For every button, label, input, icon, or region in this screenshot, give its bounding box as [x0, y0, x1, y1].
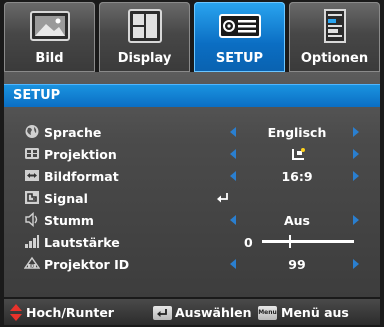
options-icon: [323, 9, 346, 43]
row-label: Bildformat: [44, 169, 119, 184]
tab-label: Optionen: [300, 51, 369, 66]
arrow-right-icon[interactable]: [353, 259, 359, 269]
picture-icon: [29, 11, 70, 41]
enter-key-icon: [153, 306, 172, 320]
panel-title: SETUP: [13, 88, 61, 103]
row-value: 99: [288, 257, 306, 272]
up-down-arrow-icon: [10, 304, 22, 321]
volume-slider-thumb[interactable]: [288, 235, 291, 248]
setup-icon: [218, 14, 261, 38]
row-label: Projektion: [44, 147, 117, 162]
menu-row-stumm[interactable]: Stumm Aus: [4, 209, 380, 231]
arrow-left-icon[interactable]: [230, 149, 236, 159]
setup-panel: SETUP Sprache Englisch Projektion Bildfo…: [4, 72, 380, 297]
svg-text:ID: ID: [30, 264, 34, 269]
menu-key-icon: Menu: [258, 306, 277, 320]
row-label: Projektor ID: [44, 257, 130, 272]
display-icon: [127, 9, 162, 43]
menu-row-sprache[interactable]: Sprache Englisch: [4, 121, 380, 143]
enter-icon: [217, 193, 228, 203]
tab-optionen[interactable]: Optionen: [289, 2, 380, 72]
tab-label: SETUP: [215, 51, 264, 66]
tab-label: Bild: [35, 51, 64, 66]
volume-value: 0: [244, 235, 253, 250]
tab-bild[interactable]: Bild: [4, 2, 95, 72]
arrow-right-icon[interactable]: [353, 215, 359, 225]
menu-row-bildformat[interactable]: Bildformat 16:9: [4, 165, 380, 187]
row-value: Aus: [283, 213, 310, 228]
menu-tabs: Bild Display SETUP Optionen: [4, 2, 380, 72]
arrow-right-icon[interactable]: [353, 149, 359, 159]
footer-nav-label: Hoch/Runter: [26, 305, 114, 320]
footer-select-label: Auswählen: [175, 305, 252, 320]
row-label: Stumm: [44, 213, 94, 228]
globe-icon: [25, 125, 39, 138]
arrow-left-icon[interactable]: [230, 127, 236, 137]
volume-slider-track[interactable]: [262, 240, 354, 243]
row-label: Lautstärke: [44, 235, 120, 250]
projector-id-icon: ID: [24, 256, 40, 269]
aspect-ratio-icon: [25, 170, 39, 181]
row-value: 16:9: [281, 169, 313, 184]
arrow-left-icon[interactable]: [230, 215, 236, 225]
arrow-right-icon[interactable]: [353, 171, 359, 181]
projection-icon: [25, 148, 39, 159]
menu-row-projektion[interactable]: Projektion: [4, 143, 380, 165]
arrow-left-icon[interactable]: [230, 171, 236, 181]
panel-title-bar: SETUP: [4, 84, 380, 107]
row-label: Sprache: [44, 125, 102, 140]
volume-bars-icon: [25, 235, 39, 248]
speaker-mute-icon: [25, 212, 38, 227]
row-label: Signal: [44, 191, 88, 206]
row-value: Englisch: [267, 125, 327, 140]
menu-row-lautstaerke[interactable]: Lautstärke 0: [4, 231, 380, 253]
arrow-left-icon[interactable]: [230, 259, 236, 269]
footer-hint-bar: Hoch/Runter Auswählen Menu Menü aus: [4, 299, 380, 325]
footer-menu-label: Menü aus: [281, 305, 349, 320]
tab-setup[interactable]: SETUP: [194, 2, 285, 72]
menu-row-signal[interactable]: Signal: [4, 187, 380, 209]
projection-mode-icon: [292, 148, 305, 160]
tab-display[interactable]: Display: [99, 2, 190, 72]
signal-icon: [25, 191, 39, 204]
tab-label: Display: [117, 51, 172, 66]
menu-row-projektor-id[interactable]: ID Projektor ID 99: [4, 253, 380, 275]
arrow-right-icon[interactable]: [353, 127, 359, 137]
